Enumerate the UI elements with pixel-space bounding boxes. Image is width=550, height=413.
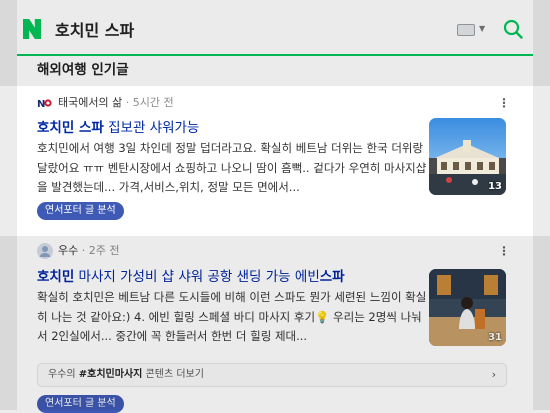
title-text: 집보관 샤워가능 — [103, 120, 200, 136]
post-card[interactable]: N 태국에서의 삶 · 5시간 전 ⋮ 호치민 스파 집보관 샤워가능 호치민에… — [17, 86, 533, 236]
post-source[interactable]: N 태국에서의 삶 · 5시간 전 — [37, 95, 174, 111]
title-highlight: 스파 — [319, 269, 345, 285]
more-options-icon[interactable]: ⋮ — [498, 95, 510, 111]
post-title[interactable]: 호치민 마사지 가성비 샵 샤워 공항 샌딩 가능 에빈스파 — [37, 268, 345, 286]
post-thumbnail[interactable]: 13 — [429, 118, 506, 195]
post-title[interactable]: 호치민 스파 집보관 샤워가능 — [37, 119, 199, 137]
image-count: 31 — [488, 332, 502, 343]
post-thumbnail[interactable]: 31 — [429, 269, 506, 346]
title-highlight: 호치민 — [37, 269, 75, 285]
related-content-text: 우수의 #호치민마사지 콘텐츠 더보기 — [48, 367, 204, 383]
search-page: 호치민 스파 ▼ 해외여행 인기글 N 태국에서의 삶 · 5시간 전 ⋮ 호치… — [17, 0, 533, 413]
chevron-right-icon: › — [491, 368, 496, 381]
image-count: 13 — [488, 181, 502, 192]
analysis-chip[interactable]: 연서포터 글 분석 — [37, 202, 124, 220]
search-query[interactable]: 호치민 스파 — [55, 17, 134, 41]
analysis-chip[interactable]: 연서포터 글 분석 — [37, 395, 124, 413]
chevron-down-icon[interactable]: ▼ — [479, 24, 485, 33]
post-description[interactable]: 확실히 호치민은 베트남 다른 도시들에 비해 이런 스파도 뭔가 세련된 느낌… — [37, 288, 429, 347]
related-prefix: 우수의 — [48, 369, 79, 380]
title-text: 마사지 가성비 샵 샤워 공항 샌딩 가능 에빈 — [74, 269, 320, 285]
source-name[interactable]: 우수 — [58, 244, 78, 257]
more-options-icon[interactable]: ⋮ — [498, 243, 510, 259]
related-hashtag: #호치민마사지 — [78, 369, 143, 380]
related-content-link[interactable]: 우수의 #호치민마사지 콘텐츠 더보기 › — [37, 363, 507, 387]
naver-logo[interactable] — [23, 19, 41, 39]
search-icon[interactable] — [503, 19, 523, 39]
post-time: · 2주 전 — [81, 244, 120, 257]
avatar: N — [37, 97, 53, 110]
keyboard-icon[interactable] — [457, 24, 475, 36]
post-time: · 5시간 전 — [125, 96, 174, 109]
post-description[interactable]: 호치민에서 여행 3일 차인데 정말 덥더라고요. 확실히 베트남 더위는 한국… — [37, 139, 429, 198]
section-title: 해외여행 인기글 — [37, 62, 129, 78]
source-name[interactable]: 태국에서의 삶 — [58, 96, 122, 109]
avatar — [37, 243, 53, 259]
post-source[interactable]: 우수 · 2주 전 — [37, 243, 119, 259]
svg-text:N: N — [37, 99, 45, 110]
title-highlight: 호치민 스파 — [37, 120, 104, 136]
post-card[interactable]: 우수 · 2주 전 ⋮ 호치민 마사지 가성비 샵 샤워 공항 샌딩 가능 에빈… — [17, 237, 533, 413]
related-suffix: 콘텐츠 더보기 — [142, 369, 204, 380]
search-header: 호치민 스파 ▼ — [17, 0, 533, 56]
